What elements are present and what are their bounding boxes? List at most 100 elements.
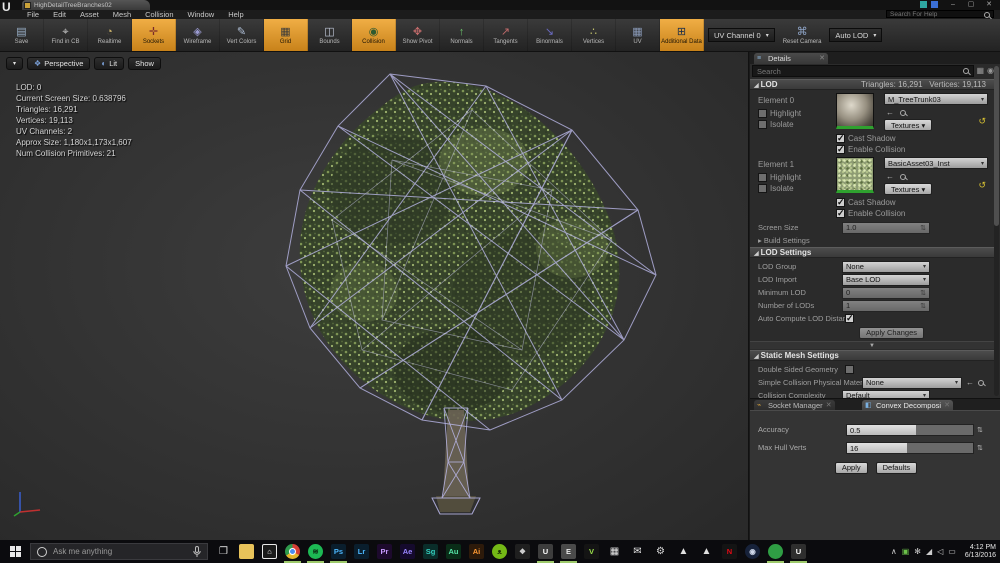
use-selected-icon[interactable]: ← <box>966 378 974 387</box>
toolbar-uv-button[interactable]: ▦ UV <box>616 19 660 51</box>
browse-icon[interactable] <box>900 109 906 116</box>
close-button[interactable]: ✕ <box>980 0 998 9</box>
lod-import-dropdown[interactable]: Base LOD ▾ <box>842 273 930 286</box>
toolbar-bounds-button[interactable]: ◫ Bounds <box>308 19 352 51</box>
taskbar-file-explorer-icon[interactable] <box>235 540 258 563</box>
toolbar-wireframe-button[interactable]: ◈ Wireframe <box>176 19 220 51</box>
taskbar-speedgrade-icon[interactable]: Sg <box>419 540 442 563</box>
uv-channel-dropdown[interactable]: UV Channel 0 ▾ <box>708 28 775 42</box>
defaults-button[interactable]: Defaults <box>875 461 918 474</box>
taskbar-after-effects-icon[interactable]: Ae <box>396 540 419 563</box>
reset-to-default-icon[interactable]: ↺ <box>978 116 986 127</box>
taskbar-vegas-icon[interactable]: V <box>580 540 603 563</box>
reset-camera-button[interactable]: ⌘ Reset Camera <box>783 25 822 45</box>
menu-window[interactable]: Window <box>181 10 222 19</box>
details-search-input[interactable]: Search <box>752 65 974 77</box>
auto-lod-dropdown[interactable]: Auto LOD ▾ <box>829 28 883 42</box>
material-thumbnail[interactable] <box>836 157 874 193</box>
taskbar-epic-games-icon[interactable]: E <box>557 540 580 563</box>
taskbar-gitkraken-icon[interactable]: ᴥ <box>488 540 511 563</box>
build-settings-expander[interactable]: ▸ Build Settings <box>758 236 994 245</box>
section-expander[interactable]: ▼ <box>750 341 994 349</box>
cast-shadow-checkbox[interactable] <box>836 197 845 208</box>
tray-network-icon[interactable]: ◢ <box>926 547 932 556</box>
tray-display-icon[interactable]: ▭ <box>948 547 956 556</box>
auto-compute-lod-checkbox[interactable] <box>845 313 854 324</box>
max-hull-verts-slider[interactable]: 16 <box>846 441 974 454</box>
minimize-button[interactable]: – <box>944 0 962 9</box>
tray-nvidia-icon[interactable]: ▣ <box>902 547 910 556</box>
toolbar-vertices-button[interactable]: ∴ Vertices <box>572 19 616 51</box>
menu-asset[interactable]: Asset <box>73 10 106 19</box>
taskbar-illustrator-icon[interactable]: Ai <box>465 540 488 563</box>
reset-to-default-icon[interactable]: ↺ <box>978 180 986 191</box>
taskbar-clock[interactable]: 4:12 PM 6/13/2016 <box>961 544 996 560</box>
taskbar-photoshop-icon[interactable]: Ps <box>327 540 350 563</box>
taskbar-steam-icon[interactable]: ◉ <box>741 540 764 563</box>
menu-file[interactable]: File <box>20 10 46 19</box>
toolbar-collision-button[interactable]: ◉ Collision <box>352 19 396 51</box>
toolbar-find-in-cb-button[interactable]: ⌖ Find in CB <box>44 19 88 51</box>
3d-viewport[interactable]: ▾ ❖ Perspective ◐ Lit Show LOD: 0 Current… <box>0 52 749 540</box>
asset-tab[interactable]: HighDetailTreeBranches02 <box>22 0 150 10</box>
menu-edit[interactable]: Edit <box>46 10 73 19</box>
taskbar-unreal-engine-icon[interactable]: U <box>534 540 557 563</box>
number-of-lods-spinbox[interactable]: 1 ⇅ <box>842 299 930 312</box>
taskbar-calendar-icon[interactable]: ▦ <box>603 540 626 563</box>
screen-size-spinbox[interactable]: 1.0 ⇅ <box>842 221 930 234</box>
minimum-lod-spinbox[interactable]: 0 ⇅ <box>842 286 930 299</box>
taskbar-netflix-icon[interactable]: N <box>718 540 741 563</box>
details-scrollbar[interactable] <box>994 66 999 396</box>
taskbar-app-peak-2-icon[interactable]: ▲ <box>695 540 718 563</box>
browse-icon[interactable] <box>900 173 906 180</box>
cortana-search-input[interactable]: Ask me anything <box>30 543 208 560</box>
taskbar-lightroom-icon[interactable]: Lr <box>350 540 373 563</box>
taskbar-unreal-engine-2-icon[interactable]: U <box>787 540 810 563</box>
toolbar-grid-button[interactable]: ▦ Grid <box>264 19 308 51</box>
static-mesh-settings-header[interactable]: ◢ Static Mesh Settings <box>750 350 994 361</box>
toolbar-additional-data-button[interactable]: ⊞ Additional Data <box>660 19 704 51</box>
accuracy-slider[interactable]: 0.5 <box>846 423 974 436</box>
toolbar-sockets-button[interactable]: ✛ Sockets <box>132 19 176 51</box>
show-button[interactable]: Show <box>128 57 161 70</box>
enable-collision-checkbox[interactable] <box>836 144 845 155</box>
enable-collision-checkbox[interactable] <box>836 208 845 219</box>
lod-section-header[interactable]: ◢ LOD Triangles: 16,291 Vertices: 19,113 <box>750 79 994 90</box>
isolate-checkbox[interactable] <box>758 120 767 129</box>
material-thumbnail[interactable] <box>836 93 874 129</box>
toolbar-binormals-button[interactable]: ↘ Binormals <box>528 19 572 51</box>
cast-shadow-checkbox[interactable] <box>836 133 845 144</box>
menu-mesh[interactable]: Mesh <box>106 10 138 19</box>
toolbar-show-pivot-button[interactable]: ✥ Show Pivot <box>396 19 440 51</box>
use-selected-icon[interactable]: ← <box>886 172 894 181</box>
toolbar-normals-button[interactable]: ↑ Normals <box>440 19 484 51</box>
highlight-checkbox[interactable] <box>758 173 767 182</box>
toolbar-realtime-button[interactable]: ◔ Realtime <box>88 19 132 51</box>
taskbar-task-view-icon[interactable]: ❐ <box>212 540 235 563</box>
details-tab[interactable]: ≡ Details ✕ <box>754 53 828 64</box>
start-button[interactable] <box>0 540 30 563</box>
details-tab-close-icon[interactable]: ✕ <box>819 53 825 64</box>
lit-mode-button[interactable]: ◐ Lit <box>94 57 125 70</box>
taskbar-settings-icon[interactable]: ⚙ <box>649 540 672 563</box>
tray-volume-icon[interactable]: ◁ <box>937 547 943 556</box>
tray-settings-icon[interactable]: ✻ <box>914 547 921 556</box>
textures-button[interactable]: Textures ▾ <box>884 183 933 195</box>
maximize-button[interactable]: ▢ <box>962 0 980 9</box>
isolate-checkbox[interactable] <box>758 184 767 193</box>
tray-expand-icon[interactable]: ∧ <box>891 547 897 556</box>
textures-button[interactable]: Textures ▾ <box>884 119 933 131</box>
use-selected-icon[interactable]: ← <box>886 108 894 117</box>
taskbar-windows-store-icon[interactable]: ⌂ <box>258 540 281 563</box>
help-search-input[interactable]: Search For Help <box>886 10 994 18</box>
taskbar-mail-icon[interactable]: ✉ <box>626 540 649 563</box>
taskbar-chrome-icon[interactable] <box>281 540 304 563</box>
material-dropdown[interactable]: BasicAsset03_Inst ▾ <box>884 157 988 169</box>
material-dropdown[interactable]: M_TreeTrunk03 ▾ <box>884 93 988 105</box>
taskbar-teamspeak-icon[interactable] <box>764 540 787 563</box>
toolbar-save-button[interactable]: ▤ Save <box>0 19 44 51</box>
taskbar-spotify-icon[interactable]: ≋ <box>304 540 327 563</box>
toolbar-tangents-button[interactable]: ↗ Tangents <box>484 19 528 51</box>
menu-help[interactable]: Help <box>221 10 250 19</box>
apply-changes-button[interactable]: Apply Changes <box>859 326 924 339</box>
